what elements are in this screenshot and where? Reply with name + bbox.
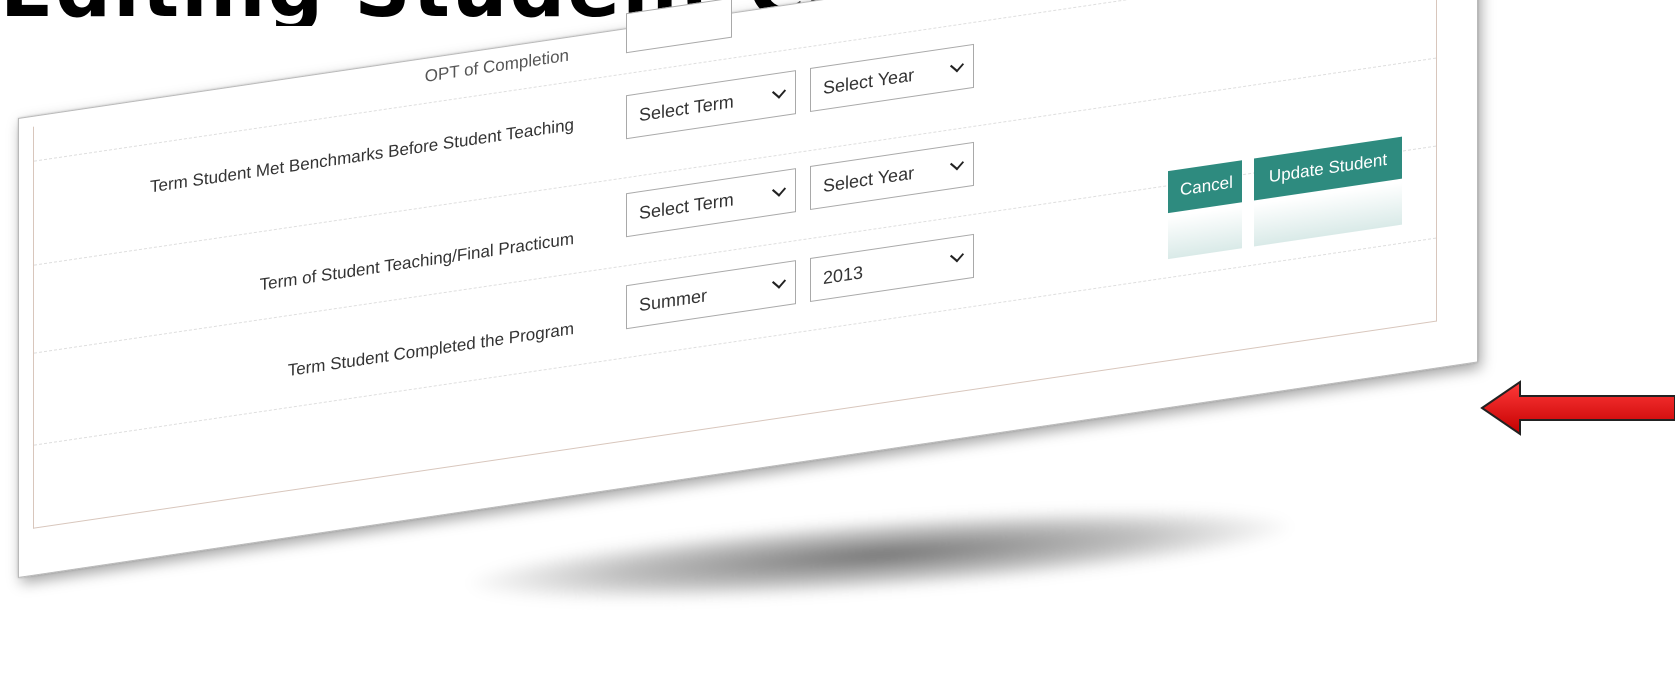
partial-field-label: OPT of Completion	[424, 45, 569, 86]
panel-shadow	[468, 491, 1292, 619]
form-panel-wrapper: OPT of Completion Term Student Met Bench…	[0, 0, 1500, 685]
benchmarks-term-label: Term Student Met Benchmarks Before Stude…	[150, 114, 574, 197]
chevron-down-icon	[773, 181, 785, 203]
arrow-left-icon	[1480, 380, 1675, 436]
select-value: Select Term	[639, 91, 734, 126]
student-teaching-term-select[interactable]: Select Term	[626, 168, 796, 238]
screenshot-stage: Editing Student Completion OPT of Comple…	[0, 0, 1675, 685]
completed-program-year-select[interactable]: 2013	[810, 233, 974, 303]
student-completion-form: OPT of Completion Term Student Met Bench…	[18, 0, 1478, 579]
cancel-button[interactable]: Cancel	[1168, 160, 1242, 214]
partial-text-input[interactable]	[626, 0, 732, 54]
select-value: 2013	[823, 262, 864, 289]
select-value: Select Term	[639, 189, 734, 224]
chevron-down-icon	[773, 273, 785, 295]
chevron-down-icon	[951, 246, 963, 268]
select-value: Select Year	[823, 64, 915, 99]
benchmarks-year-select[interactable]: Select Year	[810, 43, 974, 113]
select-value: Select Year	[823, 162, 915, 197]
form-inner-border: OPT of Completion Term Student Met Bench…	[33, 0, 1437, 529]
benchmarks-term-select[interactable]: Select Term	[626, 70, 796, 140]
chevron-down-icon	[951, 154, 963, 176]
cancel-button-reflection	[1168, 206, 1242, 260]
completed-program-term-select[interactable]: Summer	[626, 260, 796, 330]
chevron-down-icon	[951, 56, 963, 78]
chevron-down-icon	[773, 83, 785, 105]
student-teaching-term-label: Term of Student Teaching/Final Practicum	[259, 228, 574, 295]
select-value: Summer	[639, 285, 708, 316]
student-teaching-year-select[interactable]: Select Year	[810, 141, 974, 211]
